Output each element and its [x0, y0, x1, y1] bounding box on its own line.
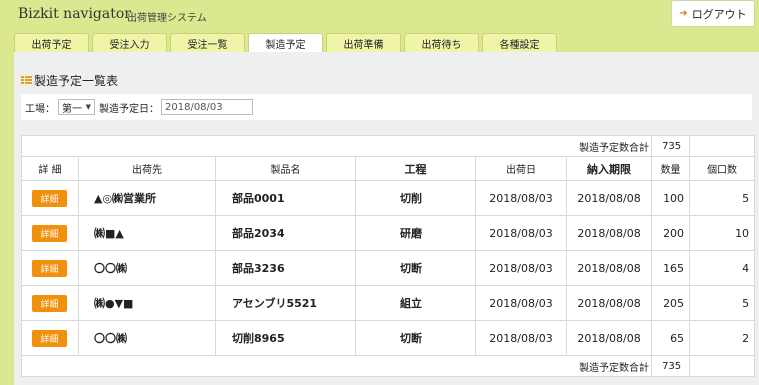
detail-button[interactable]: 詳細 — [32, 259, 67, 277]
schedule-table-wrap: 製造予定数合計 735 詳 細 出荷先 製品名 工程 出荷日 納入期限 数量 個… — [20, 135, 756, 377]
quantity-cell: 205 — [651, 285, 691, 321]
header-quantity: 数量 — [651, 156, 691, 181]
schedule-table: 製造予定数合計 735 詳 細 出荷先 製品名 工程 出荷日 納入期限 数量 個… — [20, 135, 756, 377]
app-title: Bizkit navigator — [18, 6, 131, 22]
deadline-cell: 2018/08/08 — [565, 285, 653, 321]
detail-cell: 詳細 — [21, 285, 79, 321]
ship-date-cell: 2018/08/03 — [475, 250, 567, 286]
app-header: Bizkit navigator 出荷管理システム ➜ ログアウト 出荷予定 受… — [0, 0, 759, 52]
date-input[interactable] — [161, 99, 253, 115]
packages-cell: 2 — [689, 320, 756, 356]
header-product: 製品名 — [215, 156, 356, 181]
logout-label: ログアウト — [691, 7, 747, 21]
page-title-text: 製造予定一覧表 — [34, 74, 119, 88]
packages-cell: 4 — [689, 250, 756, 286]
product-cell: 部品3236 — [215, 250, 356, 286]
bottom-total-label: 製造予定数合計 — [579, 362, 650, 374]
header-packages: 個口数 — [689, 156, 756, 181]
table-row: 詳細 〇〇㈱ 部品3236 切断 2018/08/03 2018/08/08 1… — [21, 250, 756, 286]
quantity-cell: 100 — [651, 180, 691, 216]
ship-date-cell: 2018/08/03 — [475, 285, 567, 321]
logout-button[interactable]: ➜ ログアウト — [671, 0, 755, 27]
deadline-cell: 2018/08/08 — [565, 215, 653, 251]
destination-cell: ㈱■▲ — [78, 215, 216, 251]
table-row: 詳細 ▲◎㈱営業所 部品0001 切削 2018/08/03 2018/08/0… — [21, 180, 756, 216]
nav-tabs: 出荷予定 受注入力 受注一覧 製造予定 出荷準備 出荷待ち 各種設定 — [14, 33, 557, 52]
detail-button[interactable]: 詳細 — [32, 224, 67, 242]
destination-cell: ▲◎㈱営業所 — [78, 180, 216, 216]
app-subtitle: 出荷管理システム — [127, 13, 207, 24]
quantity-cell: 200 — [651, 215, 691, 251]
tab-shipping-prep[interactable]: 出荷準備 — [326, 33, 401, 52]
table-header-row: 詳 細 出荷先 製品名 工程 出荷日 納入期限 数量 個口数 — [21, 156, 756, 181]
ship-date-cell: 2018/08/03 — [475, 180, 567, 216]
top-total-row: 製造予定数合計 735 — [20, 135, 756, 157]
tab-manufacturing-schedule[interactable]: 製造予定 — [248, 33, 323, 52]
header-deadline: 納入期限 — [565, 156, 653, 181]
product-cell: 部品0001 — [215, 180, 356, 216]
detail-cell: 詳細 — [21, 250, 79, 286]
list-icon — [21, 76, 32, 85]
detail-cell: 詳細 — [21, 320, 79, 356]
tab-settings[interactable]: 各種設定 — [482, 33, 557, 52]
detail-button[interactable]: 詳細 — [32, 294, 67, 312]
tab-order-entry[interactable]: 受注入力 — [92, 33, 167, 52]
process-cell: 組立 — [355, 285, 476, 321]
tab-shipping-schedule[interactable]: 出荷予定 — [14, 33, 89, 52]
logout-icon: ➜ — [679, 7, 688, 19]
process-cell: 切断 — [355, 320, 476, 356]
table-row: 詳細 〇〇㈱ 切削8965 切断 2018/08/03 2018/08/08 6… — [21, 320, 756, 356]
deadline-cell: 2018/08/08 — [565, 180, 653, 216]
bottom-total-row: 製造予定数合計 735 — [20, 355, 756, 377]
process-cell: 切断 — [355, 250, 476, 286]
header-detail: 詳 細 — [21, 156, 79, 181]
packages-cell: 5 — [689, 180, 756, 216]
top-total-value: 735 — [651, 135, 691, 157]
destination-cell: 〇〇㈱ — [78, 320, 216, 356]
header-destination: 出荷先 — [78, 156, 216, 181]
detail-cell: 詳細 — [21, 180, 79, 216]
top-total-spacer — [689, 135, 756, 157]
detail-button[interactable]: 詳細 — [32, 189, 67, 207]
product-cell: 部品2034 — [215, 215, 356, 251]
deadline-cell: 2018/08/08 — [565, 320, 653, 356]
quantity-cell: 165 — [651, 250, 691, 286]
destination-cell: 〇〇㈱ — [78, 250, 216, 286]
page-title: 製造予定一覧表 — [21, 72, 118, 89]
deadline-cell: 2018/08/08 — [565, 250, 653, 286]
process-cell: 切削 — [355, 180, 476, 216]
tab-order-list[interactable]: 受注一覧 — [170, 33, 245, 52]
factory-label: 工場： — [25, 103, 55, 115]
ship-date-cell: 2018/08/03 — [475, 320, 567, 356]
destination-cell: ㈱●▼■ — [78, 285, 216, 321]
product-cell: 切削8965 — [215, 320, 356, 356]
chevron-down-icon: ▼ — [85, 103, 91, 111]
factory-select-value: 第一 — [62, 103, 82, 115]
bottom-total-value: 735 — [651, 355, 691, 377]
quantity-cell: 65 — [651, 320, 691, 356]
table-row: 詳細 ㈱●▼■ アセンブリ5521 組立 2018/08/03 2018/08/… — [21, 285, 756, 321]
header-process: 工程 — [355, 156, 476, 181]
detail-cell: 詳細 — [21, 215, 79, 251]
factory-select[interactable]: 第一 ▼ — [58, 99, 95, 115]
process-cell: 研磨 — [355, 215, 476, 251]
ship-date-cell: 2018/08/03 — [475, 215, 567, 251]
product-cell: アセンブリ5521 — [215, 285, 356, 321]
date-label: 製造予定日： — [99, 103, 159, 115]
main-panel: 製造予定一覧表 工場： 第一 ▼ 製造予定日： 製造予定数合計 735 — [14, 52, 759, 385]
tab-awaiting-shipment[interactable]: 出荷待ち — [404, 33, 479, 52]
packages-cell: 10 — [689, 215, 756, 251]
filter-bar: 工場： 第一 ▼ 製造予定日： — [21, 94, 752, 120]
detail-button[interactable]: 詳細 — [32, 329, 67, 347]
header-ship-date: 出荷日 — [475, 156, 567, 181]
packages-cell: 5 — [689, 285, 756, 321]
bottom-total-spacer — [689, 355, 756, 377]
table-row: 詳細 ㈱■▲ 部品2034 研磨 2018/08/03 2018/08/08 2… — [21, 215, 756, 251]
top-total-label: 製造予定数合計 — [579, 142, 650, 154]
